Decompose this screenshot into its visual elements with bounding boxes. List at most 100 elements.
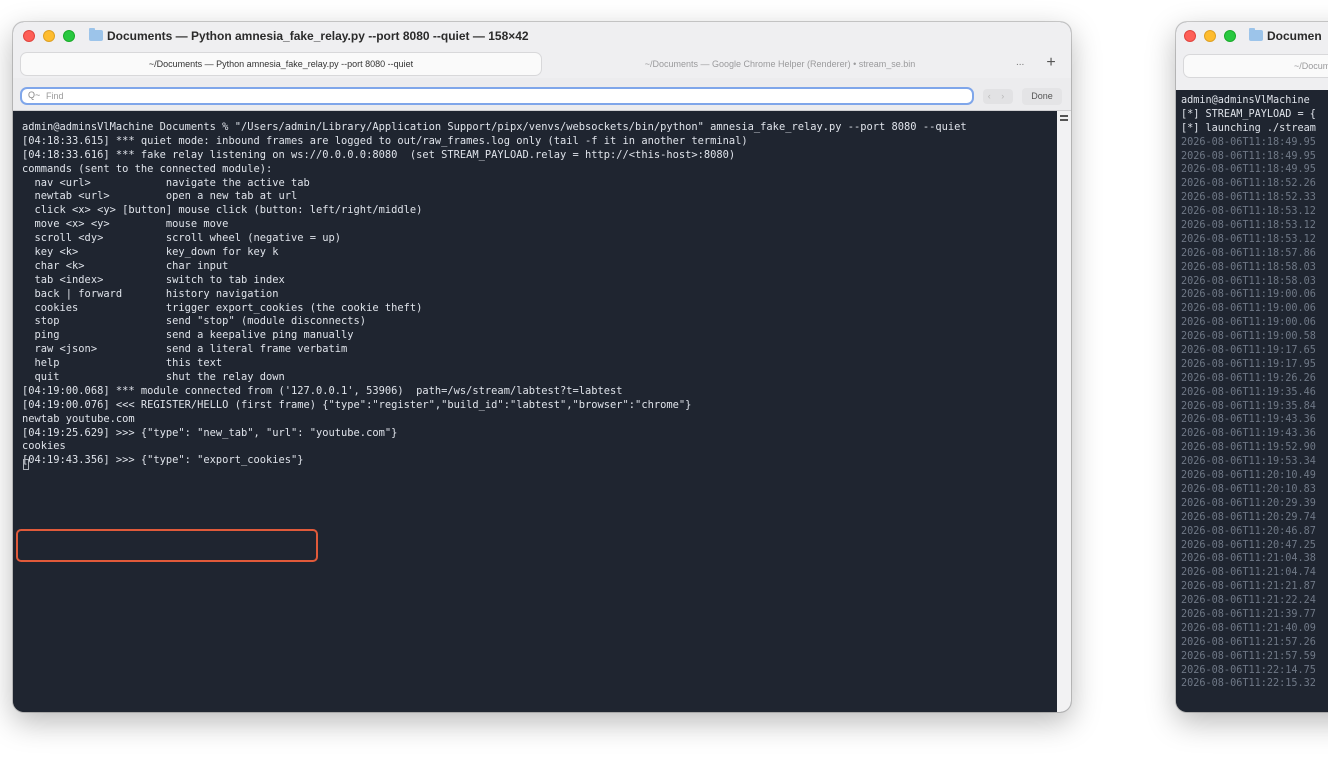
timestamp-line: 2026-08-06T11:19:17.65: [1181, 345, 1316, 357]
tab-bar-second: ~/Docume: [1176, 50, 1328, 90]
timestamp-line: 2026-08-06T11:19:53.34: [1181, 456, 1316, 468]
find-done-button[interactable]: Done: [1022, 88, 1062, 105]
timestamp-line: 2026-08-06T11:19:43.36: [1181, 428, 1316, 440]
title-bar-second[interactable]: Documen: [1176, 22, 1328, 50]
terminal-line: click <x> <y> [button] mouse click (butt…: [22, 204, 423, 217]
terminal-line: cookies: [22, 440, 66, 453]
terminal-line-second: [*] launching ./stream: [1181, 122, 1316, 134]
terminal-line: [04:19:25.629] >>> {"type": "new_tab", "…: [22, 426, 398, 439]
find-prev-next-buttons[interactable]: ‹ ›: [983, 89, 1013, 104]
timestamp-line: 2026-08-06T11:18:58.03: [1181, 261, 1316, 273]
timestamp-line: 2026-08-06T11:18:53.12: [1181, 220, 1316, 232]
timestamp-line: 2026-08-06T11:22:15.32: [1181, 678, 1316, 690]
close-window-button[interactable]: [23, 30, 35, 42]
timestamp-line: 2026-08-06T11:18:58.03: [1181, 275, 1316, 287]
terminal-line: quit shut the relay down: [22, 371, 285, 384]
timestamp-line: 2026-08-06T11:19:00.58: [1181, 331, 1316, 343]
window-title-second: Documen: [1267, 29, 1322, 43]
tab-second[interactable]: ~/Docume: [1184, 55, 1328, 77]
terminal-line: [04:19:00.076] <<< REGISTER/HELLO (first…: [22, 398, 692, 411]
terminal-line-second: [*] STREAM_PAYLOAD = {: [1181, 108, 1316, 120]
tab-second-label: ~/Docume: [1294, 61, 1328, 71]
terminal-cursor: [23, 459, 29, 470]
timestamp-line: 2026-08-06T11:18:53.12: [1181, 206, 1316, 218]
terminal-line: tab <index> switch to tab index: [22, 273, 285, 286]
timestamp-line: 2026-08-06T11:20:47.25: [1181, 539, 1316, 551]
search-icon: Q~: [28, 90, 41, 100]
scrollbar[interactable]: [1057, 111, 1071, 712]
timestamp-line: 2026-08-06T11:18:52.33: [1181, 192, 1316, 204]
terminal-line-second: admin@adminsVlMachine: [1181, 95, 1310, 106]
terminal-line: nav <url> navigate the active tab: [22, 176, 310, 189]
terminal-line: ping send a keepalive ping manually: [22, 329, 354, 342]
timestamp-line: 2026-08-06T11:19:35.46: [1181, 386, 1316, 398]
terminal-line: key <k> key_down for key k: [22, 246, 279, 259]
new-tab-button[interactable]: +: [1041, 53, 1061, 73]
terminal-line: newtab youtube.com: [22, 412, 135, 425]
terminal-line: stop send "stop" (module disconnects): [22, 315, 367, 328]
timestamp-line: 2026-08-06T11:21:39.77: [1181, 608, 1316, 620]
find-placeholder: Find: [46, 91, 64, 101]
timestamp-line: 2026-08-06T11:18:52.26: [1181, 178, 1316, 190]
timestamp-line: 2026-08-06T11:19:17.95: [1181, 358, 1316, 370]
terminal-line: back | forward history navigation: [22, 287, 279, 300]
terminal-lines: admin@adminsVlMachine Documents % "/User…: [22, 121, 1057, 468]
timestamp-line: 2026-08-06T11:18:57.86: [1181, 247, 1316, 259]
terminal-window-second: Documen ~/Docume admin@adminsVlMachine [*…: [1176, 22, 1328, 712]
timestamp-line: 2026-08-06T11:19:00.06: [1181, 303, 1316, 315]
timestamp-line: 2026-08-06T11:22:14.75: [1181, 664, 1316, 676]
find-input[interactable]: Q~ Find: [20, 87, 974, 105]
terminal-line: raw <json> send a literal frame verbatim: [22, 343, 348, 356]
title-bar[interactable]: Documents — Python amnesia_fake_relay.py…: [13, 22, 1071, 50]
timestamp-line: 2026-08-06T11:21:57.59: [1181, 650, 1316, 662]
terminal-line: [04:19:00.068] *** module connected from…: [22, 384, 623, 397]
timestamp-line: 2026-08-06T11:20:10.83: [1181, 483, 1316, 495]
close-window-button[interactable]: [1184, 30, 1196, 42]
timestamp-line: 2026-08-06T11:19:43.36: [1181, 414, 1316, 426]
timestamp-line: 2026-08-06T11:21:04.38: [1181, 553, 1316, 565]
timestamp-line: 2026-08-06T11:19:00.06: [1181, 289, 1316, 301]
terminal-output[interactable]: admin@adminsVlMachine Documents % "/User…: [13, 111, 1057, 712]
find-bar: Q~ Find ‹ › Done: [13, 78, 1071, 111]
timestamp-line: 2026-08-06T11:21:40.09: [1181, 622, 1316, 634]
terminal-line: [04:19:43.356] >>> {"type": "export_cook…: [22, 454, 304, 467]
tab-bar: ~/Documents — Python amnesia_fake_relay.…: [13, 50, 1071, 78]
zoom-window-button[interactable]: [63, 30, 75, 42]
tab-chrome-helper[interactable]: ~/Documents — Google Chrome Helper (Rend…: [545, 53, 1015, 75]
terminal-line: help this text: [22, 357, 223, 370]
terminal-line: scroll <dy> scroll wheel (negative = up): [22, 232, 342, 245]
minimize-window-button[interactable]: [1204, 30, 1216, 42]
terminal-output-second[interactable]: admin@adminsVlMachine [*] STREAM_PAYLOAD …: [1176, 90, 1328, 712]
timestamp-line: 2026-08-06T11:19:35.84: [1181, 400, 1316, 412]
timestamp-line: 2026-08-06T11:18:49.95: [1181, 164, 1316, 176]
timestamp-line: 2026-08-06T11:20:46.87: [1181, 525, 1316, 537]
terminal-lines-second: admin@adminsVlMachine [*] STREAM_PAYLOAD …: [1181, 94, 1316, 691]
terminal-line: [04:18:33.615] *** quiet mode: inbound f…: [22, 134, 748, 147]
terminal-line: char <k> char input: [22, 259, 229, 272]
timestamp-line: 2026-08-06T11:18:53.12: [1181, 233, 1316, 245]
window-title: Documents — Python amnesia_fake_relay.py…: [107, 29, 529, 43]
timestamp-line: 2026-08-06T11:21:21.87: [1181, 581, 1316, 593]
tab-overflow-icon[interactable]: ...: [1016, 57, 1024, 68]
timestamp-line: 2026-08-06T11:20:29.74: [1181, 511, 1316, 523]
timestamp-line: 2026-08-06T11:18:49.95: [1181, 150, 1316, 162]
terminal-line: move <x> <y> mouse move: [22, 218, 229, 231]
scroll-marker-icon: [1060, 115, 1068, 121]
timestamp-line: 2026-08-06T11:18:49.95: [1181, 136, 1316, 148]
terminal-line: commands (sent to the connected module):: [22, 162, 273, 175]
cookies-highlight-box: [16, 529, 318, 562]
zoom-window-button[interactable]: [1224, 30, 1236, 42]
timestamp-line: 2026-08-06T11:19:26.26: [1181, 372, 1316, 384]
minimize-window-button[interactable]: [43, 30, 55, 42]
terminal-window-main: Documents — Python amnesia_fake_relay.py…: [13, 22, 1071, 712]
timestamp-line: 2026-08-06T11:19:00.06: [1181, 317, 1316, 329]
terminal-line: [04:18:33.616] *** fake relay listening …: [22, 148, 736, 161]
folder-icon: [1249, 28, 1263, 41]
timestamp-line: 2026-08-06T11:19:52.90: [1181, 442, 1316, 454]
folder-icon: [89, 28, 103, 41]
timestamp-line: 2026-08-06T11:20:29.39: [1181, 497, 1316, 509]
tab-python-relay[interactable]: ~/Documents — Python amnesia_fake_relay.…: [21, 53, 541, 75]
timestamp-line: 2026-08-06T11:20:10.49: [1181, 470, 1316, 482]
terminal-line: admin@adminsVlMachine Documents % "/User…: [22, 121, 967, 133]
timestamp-line: 2026-08-06T11:21:57.26: [1181, 636, 1316, 648]
